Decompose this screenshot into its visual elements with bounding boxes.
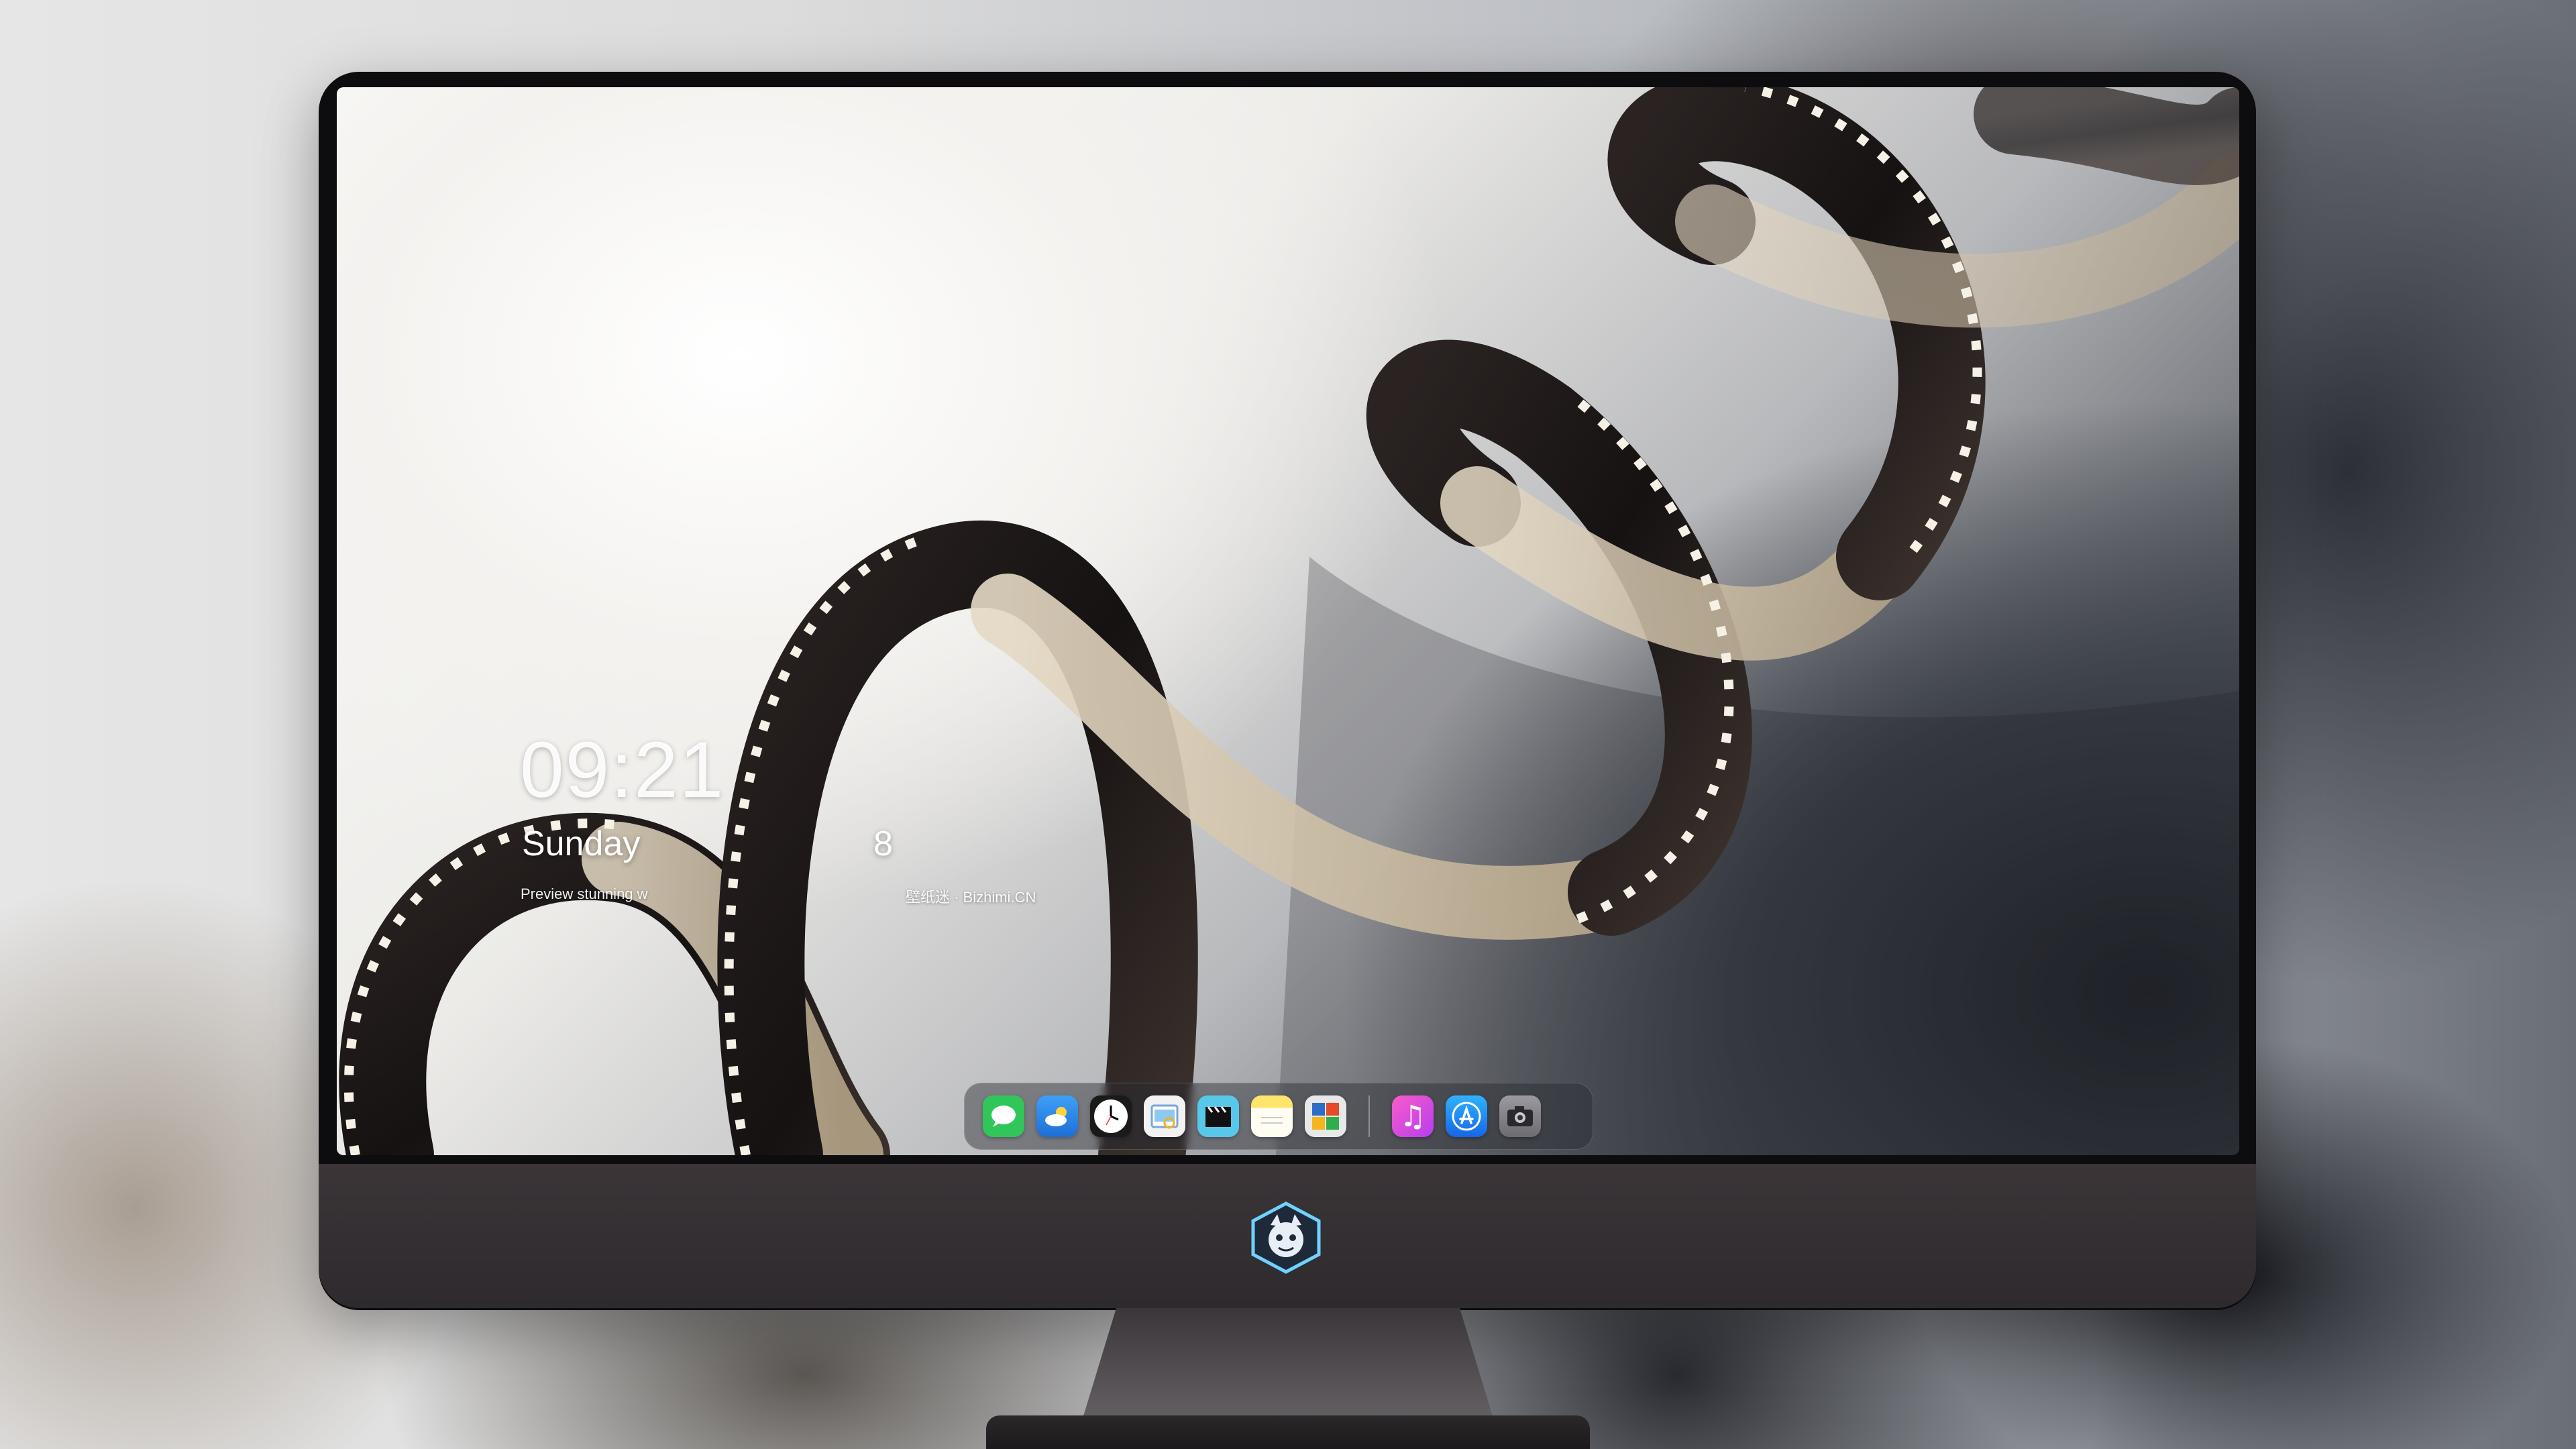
camera-icon[interactable] <box>1499 1095 1541 1137</box>
preview-caption: Preview stunning w <box>521 885 648 902</box>
dock: ♫ <box>964 1083 1593 1150</box>
claquette-icon[interactable] <box>1197 1095 1239 1137</box>
clock-icon[interactable] <box>1090 1095 1132 1137</box>
dock-separator <box>1368 1095 1370 1137</box>
dragon-logo-icon <box>1249 1201 1323 1275</box>
photo-booth-icon[interactable] <box>1305 1095 1346 1137</box>
desktop-screen: 09:21 Sunday 8 Preview stunning w 壁纸迷 · … <box>337 87 2239 1155</box>
clock-time: 09:21 <box>520 726 725 814</box>
preview-icon[interactable] <box>1144 1095 1185 1137</box>
notes-icon[interactable] <box>1251 1095 1293 1137</box>
monitor-stand-base <box>986 1415 1590 1449</box>
app-store-icon[interactable] <box>1446 1095 1487 1137</box>
date-day: 8 <box>873 824 893 863</box>
film-strip-wallpaper <box>339 87 2239 1155</box>
weather-icon[interactable] <box>1036 1095 1078 1137</box>
preview-source: 壁纸迷 · Bizhimi.CN <box>906 889 1036 906</box>
messages-icon[interactable] <box>983 1095 1024 1137</box>
date-weekday: Sunday <box>522 824 641 863</box>
music-icon[interactable]: ♫ <box>1392 1095 1434 1137</box>
